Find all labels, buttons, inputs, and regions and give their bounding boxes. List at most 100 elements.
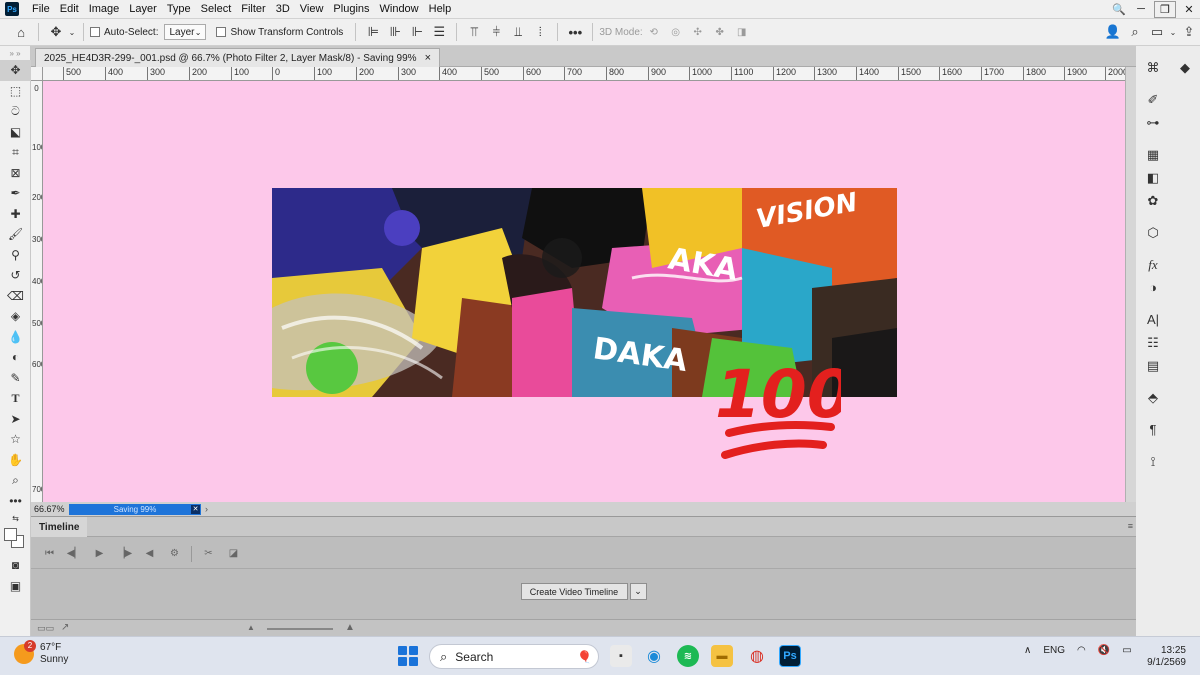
windows-start-icon[interactable] <box>398 646 418 666</box>
close-tab-icon[interactable]: × <box>425 52 431 64</box>
lasso-tool-icon[interactable]: ට <box>0 101 31 122</box>
zoom-in-icon[interactable]: ▲ <box>345 622 355 633</box>
eraser-tool-icon[interactable]: ⌫ <box>0 286 31 307</box>
move-tool-icon[interactable]: ✥ <box>0 60 31 81</box>
align-left-icon[interactable]: ⊫ <box>362 22 384 42</box>
menu-file[interactable]: File <box>27 3 55 15</box>
brush-tool-icon[interactable]: 🖌 <box>0 224 31 245</box>
restore-button[interactable]: ❐ <box>1154 0 1176 18</box>
panel-grip-icon[interactable]: » » <box>0 46 30 60</box>
shape-tool-icon[interactable]: ☆ <box>0 429 31 450</box>
workspace-icon[interactable]: ▭ <box>1146 22 1168 42</box>
history-icon[interactable]: ⌘ <box>1140 56 1166 79</box>
zoom-slider[interactable] <box>267 628 333 630</box>
dodge-tool-icon[interactable]: ◐ <box>0 347 31 368</box>
channels-icon[interactable]: ⬘ <box>1140 386 1166 409</box>
distribute-vertical-icon[interactable]: ⦙ <box>529 22 551 42</box>
styles-fx-icon[interactable]: fx <box>1140 253 1166 276</box>
hand-tool-icon[interactable]: ✋ <box>0 450 31 471</box>
blur-tool-icon[interactable]: 💧 <box>0 327 31 348</box>
path-selection-tool-icon[interactable]: ➤ <box>0 409 31 430</box>
menu-window[interactable]: Window <box>375 3 424 15</box>
vertical-scrollbar[interactable] <box>1125 67 1136 502</box>
previous-frame-icon[interactable]: ◀▏ <box>62 548 87 559</box>
create-video-timeline-button[interactable]: Create Video Timeline <box>520 583 628 600</box>
screen-mode-icon[interactable]: ▣ <box>0 576 31 597</box>
paragraph-icon[interactable]: ¶ <box>1140 418 1166 441</box>
edge-browser-icon[interactable]: ◉ <box>643 645 665 667</box>
camera-3d-icon[interactable]: ◨ <box>731 22 753 42</box>
type-tool-icon[interactable]: T <box>0 388 31 409</box>
auto-select-dropdown[interactable]: Layer ⌄ <box>164 24 207 40</box>
chevron-down-icon[interactable]: ⌄ <box>1168 22 1178 42</box>
brushes-icon[interactable]: ⊶ <box>1140 111 1166 134</box>
document-tab[interactable]: 2025_HE4D3R-299-_001.psd @ 66.7% (Photo … <box>35 48 441 67</box>
3d-cube-icon[interactable]: ⬡ <box>1140 221 1166 244</box>
libraries-icon[interactable]: ▤ <box>1140 354 1166 377</box>
menu-select[interactable]: Select <box>196 3 237 15</box>
horizontal-ruler[interactable]: 500 400 300 200 100 0 100 200 300 400 50… <box>43 67 1125 81</box>
render-arrow-icon[interactable]: ↗ <box>61 622 69 633</box>
wifi-icon[interactable]: ◠ <box>1077 645 1086 656</box>
language-indicator[interactable]: ENG <box>1043 645 1065 656</box>
menu-image[interactable]: Image <box>84 3 125 15</box>
system-clock[interactable]: 13:25 9/1/2569 <box>1140 645 1186 669</box>
settings-gear-icon[interactable]: ⚙ <box>162 548 187 559</box>
roll-3d-icon[interactable]: ◎ <box>665 22 687 42</box>
zoom-tool-icon[interactable]: ⌕ <box>0 470 31 491</box>
quick-mask-icon[interactable]: ◙ <box>0 555 31 576</box>
close-window-button[interactable]: ✕ <box>1178 1 1200 18</box>
gradients-icon[interactable]: ◧ <box>1140 166 1166 189</box>
status-menu-chevron-icon[interactable]: › <box>205 504 208 514</box>
patterns-icon[interactable]: ✿ <box>1140 189 1166 212</box>
share-icon[interactable]: ⇪ <box>1178 22 1200 42</box>
spotify-icon[interactable]: ≋ <box>677 645 699 667</box>
align-top-icon[interactable]: ⫪ <box>463 22 485 42</box>
photoshop-taskbar-icon[interactable]: Ps <box>779 645 801 667</box>
history-brush-tool-icon[interactable]: ↺ <box>0 265 31 286</box>
healing-brush-tool-icon[interactable]: ✚ <box>0 204 31 225</box>
zoom-out-icon[interactable]: ▲ <box>247 623 255 632</box>
next-frame-icon[interactable]: ▕▶ <box>112 548 137 559</box>
move-tool-preset-icon[interactable]: ✥ <box>45 22 67 42</box>
align-middle-icon[interactable]: ⫩ <box>485 22 507 42</box>
foreground-color-swatch[interactable] <box>4 528 17 541</box>
pan-3d-icon[interactable]: ✣ <box>687 22 709 42</box>
swap-colors-icon[interactable]: ⇆ <box>0 511 31 525</box>
account-search-icon[interactable]: 🔍 <box>1108 1 1130 18</box>
menu-filter[interactable]: Filter <box>236 3 270 15</box>
cancel-save-icon[interactable]: ✕ <box>191 504 200 514</box>
align-center-icon[interactable]: ⊪ <box>384 22 406 42</box>
tab-timeline[interactable]: Timeline <box>31 517 88 537</box>
menu-view[interactable]: View <box>295 3 329 15</box>
menu-layer[interactable]: Layer <box>124 3 162 15</box>
chevron-up-icon[interactable]: ∧ <box>1024 645 1031 656</box>
menu-type[interactable]: Type <box>162 3 196 15</box>
search-icon[interactable]: ⌕ <box>1124 22 1146 42</box>
document-canvas[interactable]: VISION AKA DAKA 100 <box>43 81 1125 502</box>
go-to-first-frame-icon[interactable]: ⏮ <box>37 548 62 559</box>
slide-3d-icon[interactable]: ✤ <box>709 22 731 42</box>
swatches-icon[interactable]: ▦ <box>1140 143 1166 166</box>
chevron-down-icon[interactable]: ⌄ <box>629 583 647 600</box>
panel-menu-icon[interactable]: ≡ <box>1128 521 1133 531</box>
ruler-origin[interactable] <box>31 67 43 81</box>
eyedropper-tool-icon[interactable]: ✒ <box>0 183 31 204</box>
more-options-icon[interactable]: ••• <box>564 22 586 42</box>
auto-select-checkbox[interactable] <box>90 27 100 37</box>
share-user-icon[interactable]: 👤 <box>1102 22 1124 42</box>
adjustments-icon[interactable]: ◑ <box>1140 276 1166 299</box>
distribute-horizontal-icon[interactable]: ☰ <box>428 22 450 42</box>
frame-tool-icon[interactable]: ⊠ <box>0 163 31 184</box>
chrome-icon[interactable]: ◍ <box>746 645 768 667</box>
minimize-button[interactable]: ─ <box>1130 1 1152 18</box>
transition-icon[interactable]: ◪ <box>221 548 246 559</box>
task-view-icon[interactable]: ▪ <box>610 645 632 667</box>
menu-plugins[interactable]: Plugins <box>328 3 374 15</box>
play-icon[interactable]: ▶ <box>87 548 112 559</box>
file-explorer-icon[interactable]: ▬ <box>711 645 733 667</box>
clone-stamp-tool-icon[interactable]: ⚲ <box>0 245 31 266</box>
weather-widget[interactable]: 2 67°F Sunny <box>14 640 68 666</box>
color-swatches[interactable] <box>0 525 31 555</box>
frame-mode-icon[interactable]: ▭▭ <box>37 623 54 634</box>
